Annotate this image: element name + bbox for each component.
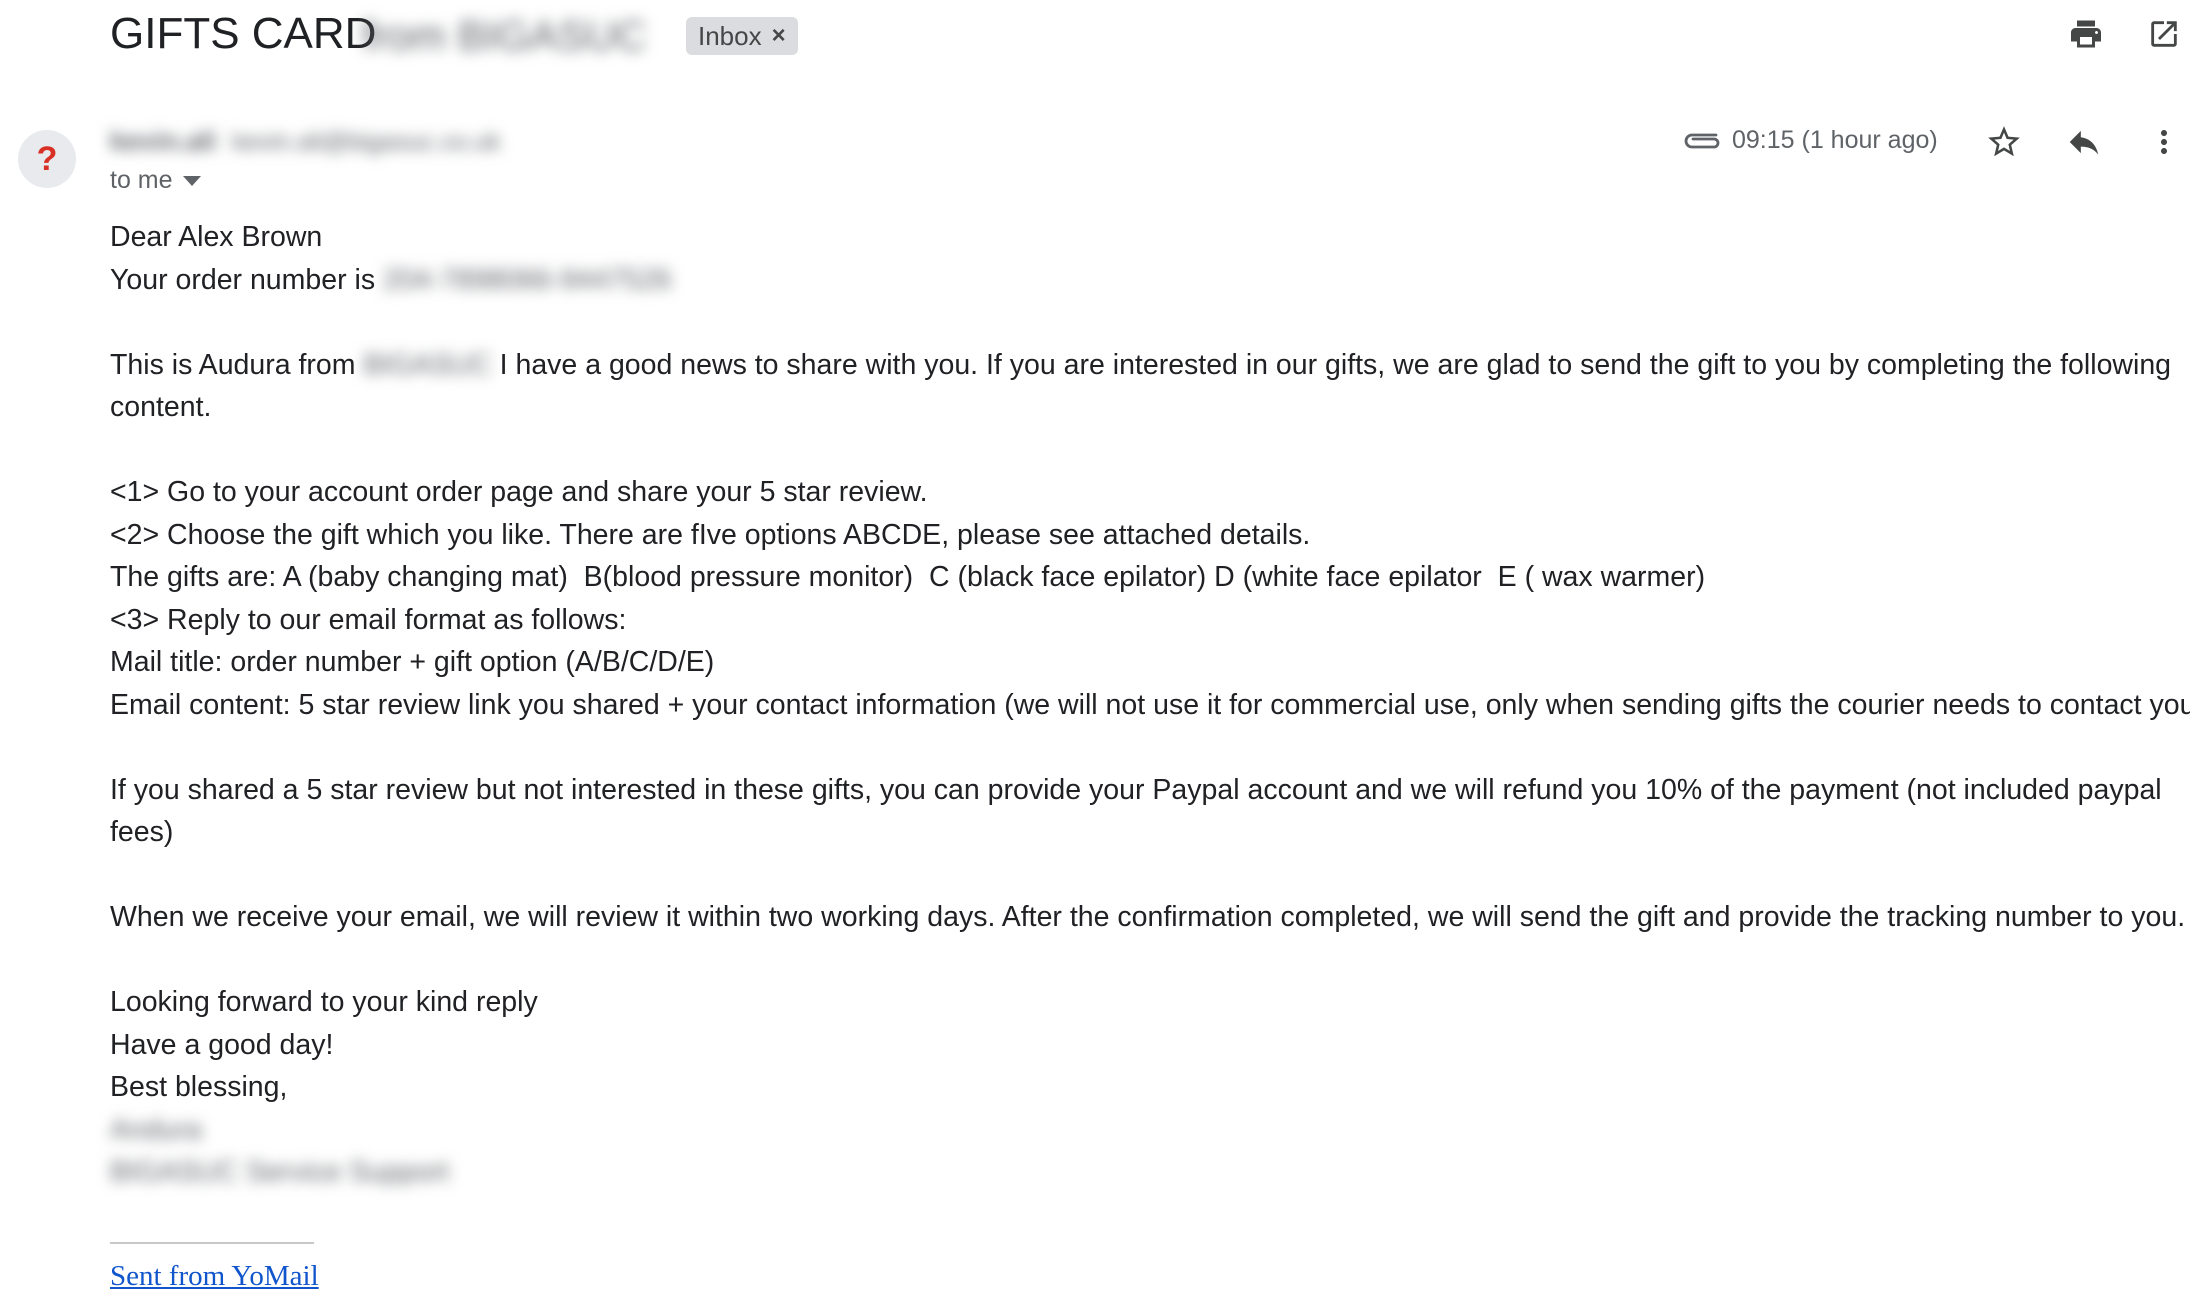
sender-avatar: ? <box>18 130 76 188</box>
refund-paragraph: If you shared a 5 star review but not in… <box>110 773 2162 849</box>
order-number-prefix: Your order number is <box>110 263 376 296</box>
more-vertical-icon[interactable] <box>2140 118 2188 166</box>
greeting: Dear Alex Brown <box>110 221 323 253</box>
step-1: <1> Go to your account order page and sh… <box>110 476 928 508</box>
recipient-details-toggle[interactable]: to me <box>110 166 201 195</box>
reply-icon[interactable] <box>2060 118 2108 166</box>
subject-redacted-text: from BIGASUC <box>362 12 647 59</box>
intro-prefix: This is Audura from <box>110 348 356 381</box>
mail-title-instruction: Mail title: order number + gift option (… <box>110 646 715 678</box>
inbox-label-text: Inbox <box>698 20 762 51</box>
signature-name-redacted: Andura <box>110 1113 202 1146</box>
attachment-icon[interactable] <box>1680 122 1724 162</box>
sender-email: kevin.ali@bigasuc.co.uk <box>232 128 501 156</box>
print-icon[interactable] <box>2064 12 2108 56</box>
intro-company-redacted: BIGASUC <box>363 348 492 381</box>
star-icon[interactable] <box>1980 118 2028 166</box>
sent-from-yomail-link[interactable]: Sent from YoMail <box>110 1260 319 1293</box>
remove-label-icon[interactable]: × <box>772 22 786 50</box>
closing-line-1: Looking forward to your kind reply <box>110 986 538 1018</box>
avatar-unknown-glyph: ? <box>36 139 58 178</box>
email-timestamp: 09:15 (1 hour ago) <box>1732 126 1938 154</box>
order-number-line: Your order number is 204-7898066-9447526 <box>110 259 2190 302</box>
closing-line-2: Have a good day! <box>110 1028 334 1061</box>
open-in-new-window-icon[interactable] <box>2142 12 2186 56</box>
chevron-down-icon[interactable] <box>182 175 201 186</box>
inbox-label-chip[interactable]: Inbox × <box>686 17 798 55</box>
sender-name[interactable]: kevin.ali <box>110 126 217 157</box>
step-2: <2> Choose the gift which you like. Ther… <box>110 518 1311 551</box>
intro-paragraph: This is Audura from BIGASUC I have a goo… <box>110 344 2190 429</box>
closing-line-3: Best blessing, <box>110 1071 288 1103</box>
signature-divider <box>110 1242 314 1244</box>
signature-team-redacted: BIGASUC Service Support <box>110 1156 449 1188</box>
review-paragraph: When we receive your email, we will revi… <box>110 901 2186 933</box>
email-subject: GIFTS CARD <box>110 9 377 58</box>
email-content-instruction: Email content: 5 star review link you sh… <box>110 688 2190 721</box>
order-number-redacted: 204-7898066-9447526 <box>383 263 672 296</box>
gift-options: The gifts are: A (baby changing mat) B(b… <box>110 561 1706 593</box>
to-me-label: to me <box>110 166 173 194</box>
message-body: Dear Alex Brown Your order number is 204… <box>110 216 2190 1194</box>
step-3: <3> Reply to our email format as follows… <box>110 603 627 636</box>
